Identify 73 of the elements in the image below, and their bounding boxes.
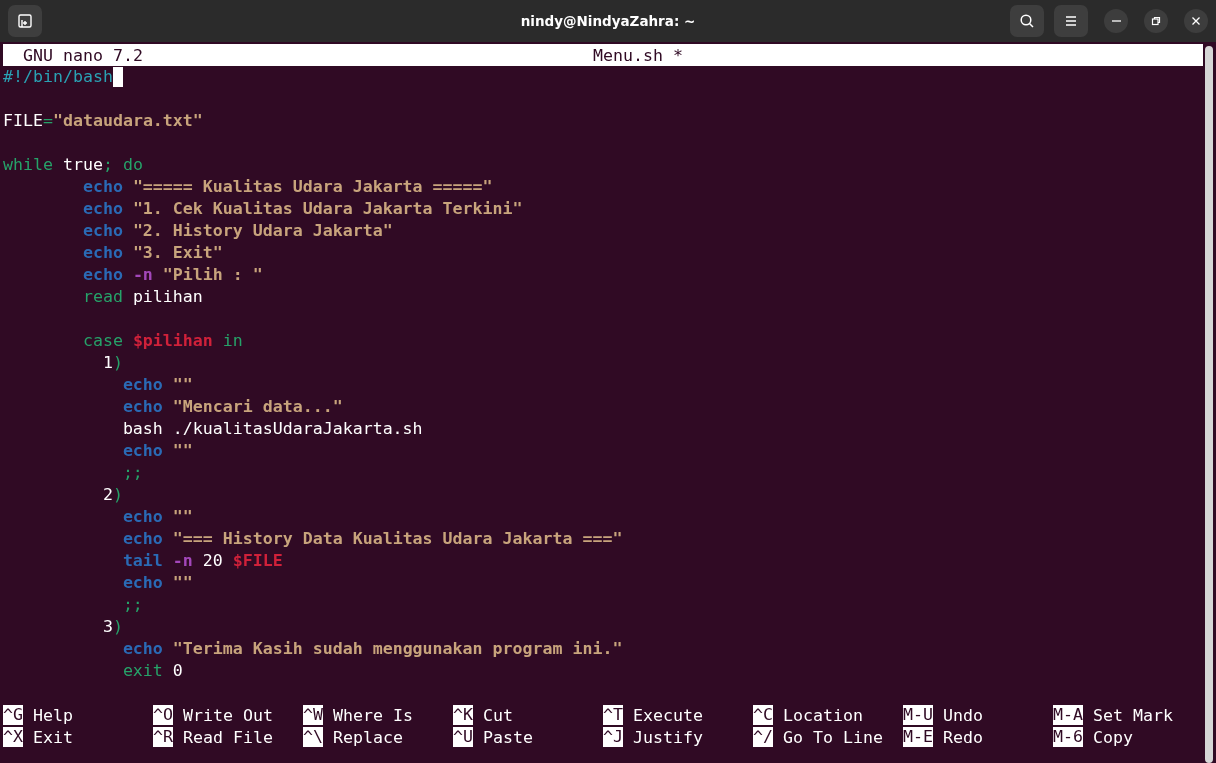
- shortcut-key: ^X: [3, 727, 23, 747]
- code-line: ;;: [121, 462, 143, 484]
- search-button[interactable]: [1010, 5, 1044, 37]
- code-line: FILE="dataudara.txt": [3, 110, 203, 132]
- code-line: tail -n 20 $FILE: [121, 550, 283, 572]
- code-line: echo "===== Kualitas Udara Jakarta =====": [81, 176, 493, 198]
- shortcut-label: Redo: [943, 727, 983, 747]
- shortcut-key: M-6: [1053, 727, 1083, 747]
- menu-button[interactable]: [1054, 5, 1088, 37]
- code-line: case $pilihan in: [81, 330, 243, 352]
- shortcut-label: Justify: [633, 727, 703, 747]
- shortcut-label: Go To Line: [783, 727, 883, 747]
- shortcut-key: ^W: [303, 705, 323, 725]
- code-line: echo "": [121, 374, 193, 396]
- code-line: 2): [101, 484, 123, 506]
- shortcut-key: ^G: [3, 705, 23, 725]
- shortcut-label: Exit: [33, 727, 73, 747]
- shortcut-label: Where Is: [333, 705, 413, 725]
- new-tab-button[interactable]: [8, 5, 42, 37]
- code-line: echo "": [121, 440, 193, 462]
- shortcut-key: ^R: [153, 727, 173, 747]
- window-title: nindy@NindyaZahra: ~: [520, 13, 696, 29]
- code-line: bash ./kualitasUdaraJakarta.sh: [121, 418, 423, 440]
- code-line: read pilihan: [81, 286, 203, 308]
- shortcut-label: Paste: [483, 727, 533, 747]
- shortcut-label: Replace: [333, 727, 403, 747]
- code-line: echo "=== History Data Kualitas Udara Jakarta ===": [121, 528, 623, 550]
- search-icon: [1019, 13, 1035, 29]
- minimize-icon: [1111, 20, 1121, 22]
- shortcut-key: M-A: [1053, 705, 1083, 725]
- restore-icon: [1151, 16, 1161, 26]
- shortcut-key: ^U: [453, 727, 473, 747]
- code-line: echo "": [121, 572, 193, 594]
- shortcut-label: Read File: [183, 727, 273, 747]
- code-line: echo "1. Cek Kualitas Udara Jakarta Terkini": [81, 198, 523, 220]
- code-line: echo "Mencari data...": [121, 396, 343, 418]
- code-line: echo -n "Pilih : ": [81, 264, 263, 286]
- shortcut-label: Set Mark: [1093, 705, 1173, 725]
- shortcut-label: Execute: [633, 705, 703, 725]
- code-line: while true; do: [3, 154, 143, 176]
- code-line: 1): [101, 352, 123, 374]
- shortcut-key: ^O: [153, 705, 173, 725]
- code-line: echo "3. Exit": [81, 242, 223, 264]
- shortcut-label: Cut: [483, 705, 513, 725]
- shortcut-key: ^J: [603, 727, 623, 747]
- code-line: ;;: [121, 594, 143, 616]
- shortcut-key: ^\: [303, 727, 323, 747]
- menu-icon: [1064, 15, 1078, 27]
- close-button[interactable]: [1184, 9, 1208, 33]
- shortcut-key: M-U: [903, 705, 933, 725]
- shortcut-key: ^/: [753, 727, 773, 747]
- shortcut-key: ^K: [453, 705, 473, 725]
- code-line: #!/bin/bash: [3, 66, 113, 88]
- shortcut-key: ^T: [603, 705, 623, 725]
- shortcut-key: ^C: [753, 705, 773, 725]
- shortcut-label: Write Out: [183, 705, 273, 725]
- code-line: exit 0: [121, 660, 183, 682]
- shortcut-key: M-E: [903, 727, 933, 747]
- maximize-button[interactable]: [1144, 9, 1168, 33]
- shortcut-label: Copy: [1093, 727, 1133, 747]
- new-tab-icon: [17, 13, 33, 29]
- shortcut-label: Undo: [943, 705, 983, 725]
- shortcut-label: Location: [783, 705, 863, 725]
- shortcut-label: Help: [33, 705, 73, 725]
- scrollbar[interactable]: [1205, 46, 1213, 763]
- close-icon: [1191, 16, 1201, 26]
- editor-version: GNU nano 7.2: [22, 45, 143, 65]
- code-line: echo "": [121, 506, 193, 528]
- code-line: echo "Terima Kasih sudah menggunakan program ini.": [121, 638, 623, 660]
- minimize-button[interactable]: [1104, 9, 1128, 33]
- file-name: Menu.sh *: [593, 45, 683, 65]
- code-line: 3): [101, 616, 123, 638]
- code-line: echo "2. History Udara Jakarta": [81, 220, 393, 242]
